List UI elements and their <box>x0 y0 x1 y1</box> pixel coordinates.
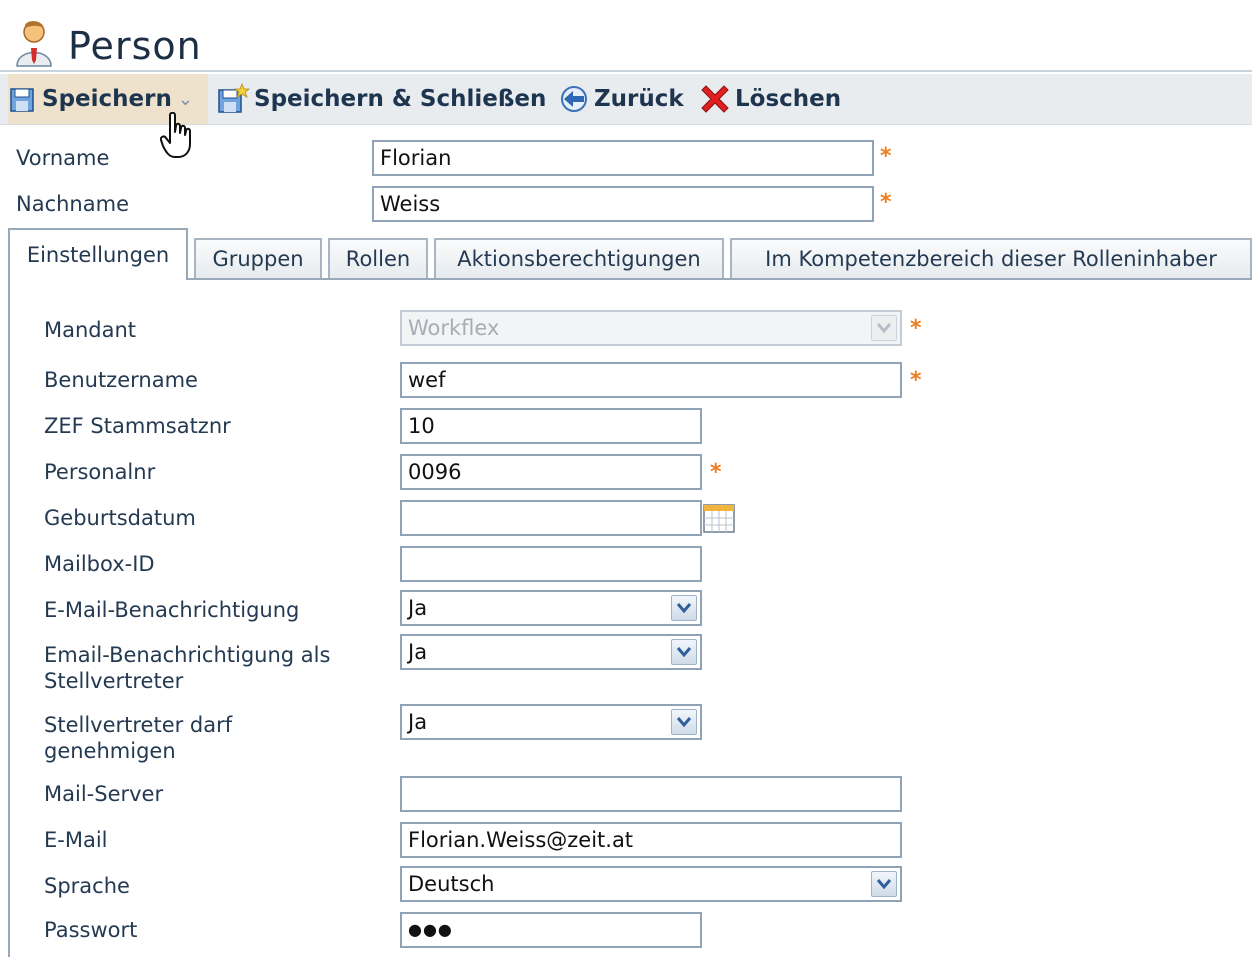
personalnr-label: Personalnr <box>44 460 156 484</box>
save-label: Speichern <box>42 86 172 112</box>
mail-server-label: Mail-Server <box>44 782 164 806</box>
benutzername-input[interactable]: wef <box>400 362 902 398</box>
required-marker: * <box>910 316 922 341</box>
nachname-input[interactable]: Weiss <box>372 186 874 222</box>
vorname-input[interactable]: Florian <box>372 140 874 176</box>
sprache-value: Deutsch <box>408 872 495 896</box>
tab-rollen[interactable]: Rollen <box>328 238 428 278</box>
benutzername-label: Benutzername <box>44 368 198 392</box>
label-line: Stellvertreter darf <box>44 713 233 737</box>
chevron-down-icon[interactable] <box>871 871 897 897</box>
email-benachrichtigung-label: E-Mail-Benachrichtigung <box>44 598 300 622</box>
email-benachrichtigung-value: Ja <box>408 596 428 620</box>
save-close-label: Speichern & Schließen <box>254 86 547 112</box>
zef-stammsatznr-input[interactable]: 10 <box>400 408 702 444</box>
stellvertreter-genehmigen-value: Ja <box>408 710 428 734</box>
save-and-close-button[interactable]: Speichern & Schließen <box>216 74 546 124</box>
geburtsdatum-label: Geburtsdatum <box>44 506 196 530</box>
chevron-down-icon[interactable] <box>671 595 697 621</box>
save-close-icon <box>218 83 250 113</box>
label-line: genehmigen <box>44 739 176 763</box>
back-arrow-icon <box>561 86 587 112</box>
personalnr-input[interactable]: 0096 <box>400 454 702 490</box>
zef-stammsatznr-label: ZEF Stammsatznr <box>44 414 231 438</box>
label-line: Email-Benachrichtigung als <box>44 643 331 667</box>
mailbox-id-label: Mailbox-ID <box>44 552 155 576</box>
person-icon <box>16 21 52 67</box>
tab-aktionsberechtigungen[interactable]: Aktionsberechtigungen <box>434 238 724 278</box>
nachname-label: Nachname <box>16 192 129 216</box>
required-marker: * <box>880 144 892 169</box>
page-title: Person <box>68 24 202 68</box>
mandant-label: Mandant <box>44 318 137 342</box>
tab-einstellungen[interactable]: Einstellungen <box>8 228 188 280</box>
chevron-down-icon[interactable] <box>671 639 697 665</box>
chevron-down-icon <box>871 315 897 341</box>
geburtsdatum-input[interactable] <box>400 500 702 536</box>
email-benachrichtigung-select[interactable]: Ja <box>400 590 702 626</box>
stellvertreter-genehmigen-select[interactable]: Ja <box>400 704 702 740</box>
passwort-input[interactable]: ●●● <box>400 912 702 948</box>
passwort-label: Passwort <box>44 918 138 942</box>
save-icon <box>10 88 34 112</box>
tab-gruppen[interactable]: Gruppen <box>194 238 322 278</box>
delete-x-icon <box>701 85 729 113</box>
mandant-select: Workflex <box>400 310 902 346</box>
mail-server-input[interactable] <box>400 776 902 812</box>
delete-button[interactable]: Löschen <box>698 74 841 124</box>
hand-cursor-icon <box>160 112 191 158</box>
chevron-down-icon[interactable] <box>671 709 697 735</box>
label-line: Stellvertreter <box>44 669 184 693</box>
page-header: Person <box>0 8 1252 72</box>
stellvertreter-benachrichtigung-select[interactable]: Ja <box>400 634 702 670</box>
back-button[interactable]: Zurück <box>558 74 684 124</box>
chevron-down-icon[interactable]: ⌄ <box>178 89 193 110</box>
stellvertreter-benachrichtigung-value: Ja <box>408 640 428 664</box>
vorname-label: Vorname <box>16 146 110 170</box>
stellvertreter-genehmigen-label: Stellvertreter darf genehmigen <box>44 712 232 764</box>
mandant-value: Workflex <box>408 316 500 340</box>
email-label: E-Mail <box>44 828 108 852</box>
back-label: Zurück <box>594 86 684 112</box>
tab-kompetenzbereich[interactable]: Im Kompetenzbereich dieser Rolleninhaber <box>730 238 1252 278</box>
email-input[interactable]: Florian.Weiss@zeit.at <box>400 822 902 858</box>
tab-bar: Einstellungen Gruppen Rollen Aktionsbere… <box>8 228 1252 280</box>
required-marker: * <box>880 190 892 215</box>
required-marker: * <box>910 368 922 393</box>
delete-label: Löschen <box>735 86 842 112</box>
sprache-select[interactable]: Deutsch <box>400 866 902 902</box>
stellvertreter-benachrichtigung-label: Email-Benachrichtigung als Stellvertrete… <box>44 642 330 694</box>
mailbox-id-input[interactable] <box>400 546 702 582</box>
sprache-label: Sprache <box>44 874 130 898</box>
required-marker: * <box>710 460 722 485</box>
calendar-icon[interactable] <box>702 502 736 534</box>
